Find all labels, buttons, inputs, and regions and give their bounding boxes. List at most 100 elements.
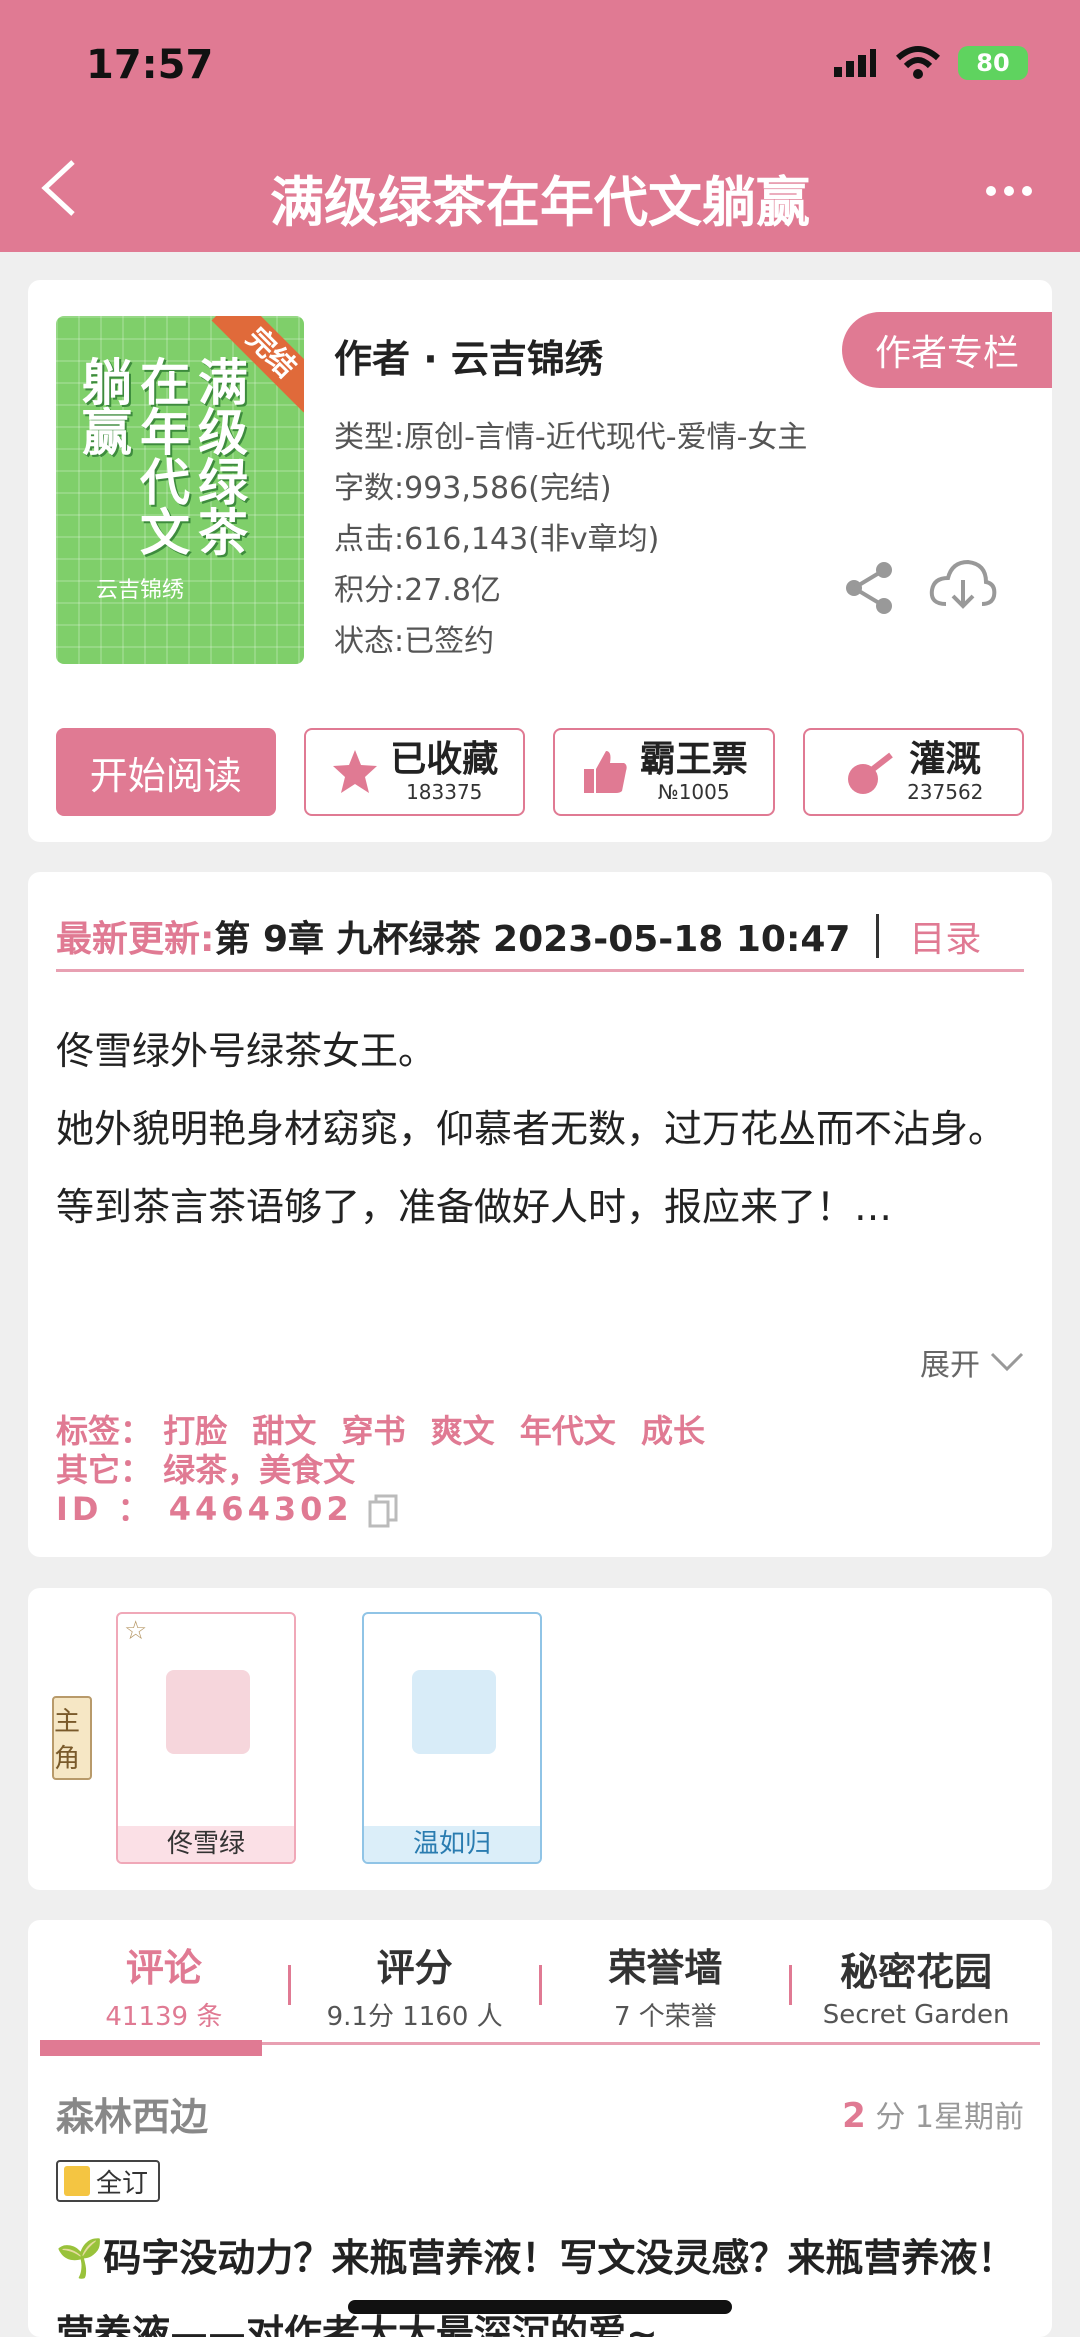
tab-bar: 评论 41139 条 评分 9.1分 1160 人 荣誉墙 7 个荣誉 秘密花园… — [40, 1930, 1040, 2040]
start-reading-button[interactable]: 开始阅读 — [56, 728, 276, 816]
more-button[interactable] — [974, 166, 1044, 216]
comments-card: 评论 41139 条 评分 9.1分 1160 人 荣誉墙 7 个荣誉 秘密花园… — [28, 1920, 1052, 2337]
book-info-card: 满级绿茶在年代文躺赢 完结 云吉锦绣 作者 · 云吉锦绣 作者专栏 类型:原创-… — [28, 280, 1052, 842]
update-label: 最新更新: — [56, 918, 215, 960]
other-value: 绿茶，美食文 — [163, 1451, 356, 1489]
copy-icon[interactable] — [368, 1494, 398, 1528]
top-bar: 17:57 80 满级绿茶在年代文躺赢 — [0, 0, 1080, 252]
potion-icon — [848, 752, 893, 794]
book-meta: 类型:原创-言情-近代现代-爱情-女主 字数:993,586(完结) 点击:61… — [334, 412, 807, 667]
home-indicator — [348, 2300, 732, 2314]
tab-sub: 9.1分 1160 人 — [326, 2002, 503, 2032]
author-column-button[interactable]: 作者专栏 — [842, 312, 1052, 388]
expand-label: 展开 — [920, 1348, 980, 1383]
comment-score: 2 — [842, 2096, 866, 2136]
character-name: 温如归 — [364, 1826, 540, 1862]
other-row: 其它： 绿茶，美食文 — [56, 1451, 719, 1490]
nourish-label: 灌溉 — [909, 739, 982, 780]
meta-score: 积分:27.8亿 — [334, 573, 501, 608]
tag-item[interactable]: 爽文 — [431, 1412, 495, 1450]
update-text: 第 9章 九杯绿茶 2023-05-18 10:47:4 — [214, 918, 855, 960]
page-title: 满级绿茶在年代文躺赢 — [270, 171, 810, 234]
meta-words: 字数:993,586(完结) — [334, 471, 612, 506]
tab-comments[interactable]: 评论 41139 条 — [40, 1930, 288, 2040]
sprout-icon: 🌱 — [56, 2236, 104, 2280]
synopsis-line: 她外貌明艳身材窈窕，仰慕者无数，过万花丛而不沾身。 — [56, 1107, 1007, 1151]
vote-count: №1005 — [657, 780, 730, 804]
collect-button[interactable]: 已收藏 183375 — [303, 728, 525, 816]
role-tag: 主角 — [52, 1696, 92, 1780]
author-name[interactable]: 作者 · 云吉锦绣 — [334, 328, 603, 383]
tag-item[interactable]: 打脸 — [163, 1412, 227, 1450]
battery-icon: 80 — [958, 46, 1028, 80]
chevron-down-icon — [990, 1352, 1024, 1372]
tab-label: 评论 — [125, 1946, 202, 1990]
action-row: 开始阅读 已收藏 183375 霸王票 №1005 灌溉 237562 — [56, 728, 1024, 816]
tab-secret-garden[interactable]: 秘密花园 Secret Garden — [792, 1930, 1040, 2040]
toc-button[interactable]: 目录 — [909, 910, 981, 962]
star-icon — [333, 750, 378, 793]
cover-author: 云吉锦绣 — [96, 578, 185, 603]
comment-text[interactable]: 🌱码字没动力？来瓶营养液！写文没灵感？来瓶营养液！营养液——对作者大大最深沉的爱… — [56, 2220, 1024, 2337]
tab-honor-wall[interactable]: 荣誉墙 7 个荣誉 — [542, 1930, 790, 2040]
avatar — [412, 1670, 496, 1754]
expand-button[interactable]: 展开 — [920, 1340, 1024, 1384]
meta-type: 类型:原创-言情-近代现代-爱情-女主 — [334, 420, 808, 455]
character-name: 佟雪绿 — [118, 1826, 294, 1862]
tags-row: 标签： 打脸 甜文 穿书 爽文 年代文 成长 — [56, 1412, 719, 1451]
status-icons: 80 — [832, 46, 1028, 80]
collect-count: 183375 — [406, 780, 483, 804]
synopsis-text: 佟雪绿外号绿茶女王。 她外貌明艳身材窈窕，仰慕者无数，过万花丛而不沾身。 等到茶… — [56, 1012, 1024, 1246]
synopsis-card: 最新更新: 第 9章 九杯绿茶 2023-05-18 10:47:4 目录 佟雪… — [28, 872, 1052, 1557]
id-row: ID ： 4464302 — [56, 1490, 719, 1529]
subscription-badge: 全订 — [56, 2160, 161, 2202]
tab-sub: 41139 条 — [105, 2002, 223, 2032]
signal-icon — [834, 49, 876, 77]
tag-item[interactable]: 穿书 — [341, 1412, 405, 1450]
tab-label: 评分 — [376, 1946, 453, 1990]
bookmark-icon — [64, 2166, 90, 2196]
character-card[interactable]: ☆ 佟雪绿 — [116, 1612, 296, 1864]
avatar — [166, 1670, 250, 1754]
collect-label: 已收藏 — [390, 739, 499, 780]
latest-update-row[interactable]: 最新更新: 第 9章 九杯绿茶 2023-05-18 10:47:4 目录 — [56, 902, 1024, 972]
vote-label: 霸王票 — [639, 739, 748, 780]
characters-card: 主角 ☆ 佟雪绿 温如归 — [28, 1588, 1052, 1890]
comment-meta: 2 分 1星期前 — [842, 2092, 1024, 2136]
tags-block: 标签： 打脸 甜文 穿书 爽文 年代文 成长 其它： 绿茶，美食文 ID ： 4… — [56, 1412, 719, 1529]
nourish-button[interactable]: 灌溉 237562 — [802, 728, 1024, 816]
synopsis-line: 等到茶言茶语够了，准备做好人时，报应来了！… — [56, 1185, 893, 1229]
id-label: ID ： — [56, 1490, 154, 1528]
comment-user[interactable]: 森林西边 — [56, 2086, 208, 2141]
thumbs-up-icon — [583, 751, 627, 793]
tag-item[interactable]: 甜文 — [252, 1412, 316, 1450]
tab-sub: 7 个荣誉 — [613, 2002, 717, 2032]
tags-label: 标签： — [56, 1412, 153, 1450]
download-icon[interactable] — [928, 556, 998, 616]
comment-body: 码字没动力？来瓶营养液！写文没灵感？来瓶营养液！营养液——对作者大大最深沉的爱~ — [56, 2236, 1016, 2337]
tag-item[interactable]: 年代文 — [520, 1412, 616, 1450]
share-icon[interactable] — [840, 558, 900, 618]
book-cover[interactable]: 满级绿茶在年代文躺赢 完结 云吉锦绣 — [56, 316, 304, 664]
status-time: 17:57 — [86, 42, 214, 88]
wifi-icon — [896, 46, 940, 79]
meta-clicks: 点击:616,143(非v章均) — [334, 522, 660, 557]
meta-status: 状态:已签约 — [334, 624, 495, 659]
badge-label: 全订 — [96, 2168, 149, 2199]
id-value: 4464302 — [168, 1490, 353, 1528]
tab-rating[interactable]: 评分 9.1分 1160 人 — [291, 1930, 539, 2040]
tag-item[interactable]: 成长 — [641, 1412, 705, 1450]
divider — [876, 913, 880, 958]
star-icon: ☆ — [124, 1616, 148, 1646]
tab-label: 荣誉墙 — [608, 1946, 723, 1990]
more-icon — [986, 186, 996, 196]
tab-label: 秘密花园 — [840, 1949, 993, 1994]
cover-title: 满级绿茶在年代文躺赢 — [74, 356, 248, 556]
character-card[interactable]: 温如归 — [362, 1612, 542, 1864]
tab-sub: Secret Garden — [822, 1999, 1010, 2030]
tab-active-indicator — [40, 2040, 262, 2056]
synopsis-line: 佟雪绿外号绿茶女王。 — [56, 1029, 437, 1073]
vote-button[interactable]: 霸王票 №1005 — [553, 728, 775, 816]
nourish-count: 237562 — [907, 780, 984, 804]
other-label: 其它： — [56, 1451, 153, 1489]
